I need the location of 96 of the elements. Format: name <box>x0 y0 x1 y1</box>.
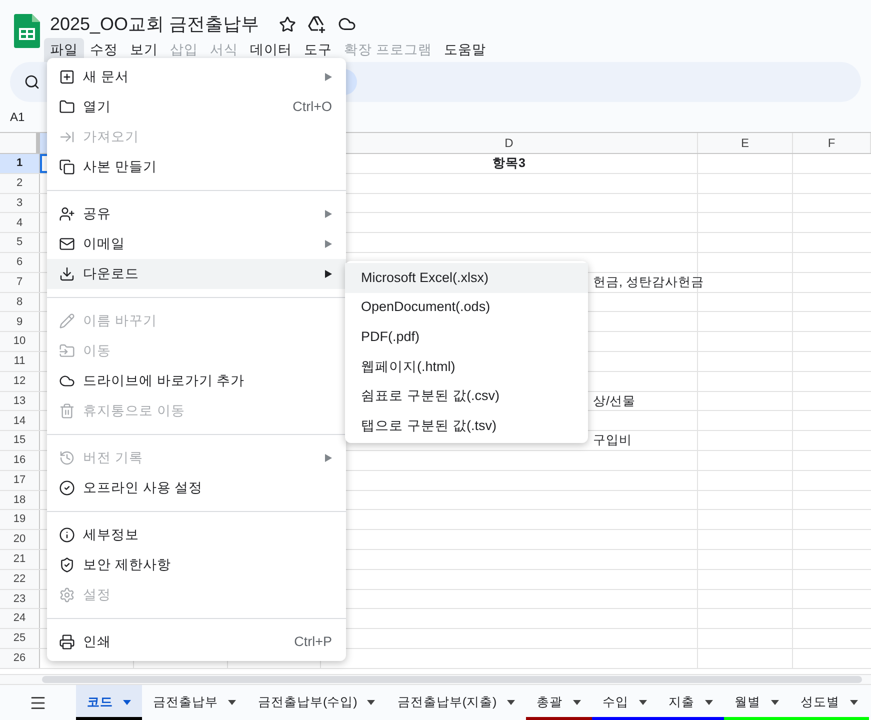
scrollbar[interactable] <box>42 676 862 683</box>
menu-bar-item[interactable]: 보기 <box>124 38 164 62</box>
import-arrow-icon <box>59 129 75 145</box>
row-header[interactable]: 18 <box>0 490 40 510</box>
sheet-tab[interactable]: 금전출납부 <box>142 685 247 720</box>
menu-item[interactable]: 공유 <box>47 199 346 229</box>
row-header[interactable]: 14 <box>0 411 40 430</box>
menu-bar-item[interactable]: 수정 <box>84 38 124 62</box>
menu-item[interactable]: 세부정보 <box>47 520 346 550</box>
column-header[interactable]: E <box>698 133 793 153</box>
caret-icon[interactable] <box>123 700 131 705</box>
menu-item[interactable]: 사본 만들기 <box>47 152 346 182</box>
menu-item[interactable]: Microsoft Excel(.xlsx) <box>345 263 588 293</box>
row-header[interactable]: 2 <box>0 174 40 193</box>
sheet-tab[interactable]: 월별 <box>724 685 790 720</box>
row-header[interactable]: 10 <box>0 332 40 351</box>
row-header[interactable]: 11 <box>0 352 40 371</box>
caret-icon[interactable] <box>704 700 713 705</box>
trash-icon <box>59 403 75 419</box>
menu-bar-item[interactable]: 도구 <box>298 38 338 62</box>
printer-icon <box>59 634 75 650</box>
row-header[interactable]: 5 <box>0 233 40 252</box>
table-cell-text: 항목3 <box>492 155 526 172</box>
row-header[interactable]: 26 <box>0 648 40 668</box>
row-header[interactable]: 3 <box>0 194 40 212</box>
caret-icon[interactable] <box>850 700 858 705</box>
menu-item[interactable]: 탭으로 구분된 값(.tsv) <box>345 411 588 442</box>
info-icon <box>59 527 75 543</box>
table-cell-text: 헌금, 성탄감사헌금 <box>593 274 704 291</box>
menu-item[interactable]: 다운로드 <box>47 259 346 289</box>
name-box[interactable]: A1 <box>10 108 25 126</box>
pencil-icon <box>59 313 75 329</box>
row-header[interactable]: 25 <box>0 629 40 648</box>
star-icon[interactable] <box>279 16 296 32</box>
row-header[interactable]: 8 <box>0 292 40 312</box>
sheet-tab[interactable]: 코드 <box>76 685 142 720</box>
menu-item[interactable]: 쉼표로 구분된 값(.csv) <box>345 382 588 412</box>
row-header[interactable]: 19 <box>0 510 40 530</box>
drive-add-icon[interactable] <box>308 16 326 32</box>
row-header[interactable]: 7 <box>0 272 40 292</box>
shield-icon <box>59 557 75 573</box>
row-header[interactable]: 23 <box>0 590 40 608</box>
row-header[interactable]: 21 <box>0 550 40 569</box>
menu-item[interactable]: 웹페이지(.html) <box>345 352 588 382</box>
table-cell-text: 구입비 <box>593 432 632 450</box>
menu-item[interactable]: 드라이브에 바로가기 추가 <box>47 366 346 396</box>
row-header[interactable]: 16 <box>0 450 40 470</box>
menu-bar-item[interactable]: 도움말 <box>438 38 492 62</box>
plus-square-icon <box>59 69 75 85</box>
caret-icon[interactable] <box>638 700 647 705</box>
settings-icon <box>59 587 75 603</box>
history-icon <box>59 450 75 466</box>
caret-icon[interactable] <box>367 700 376 705</box>
row-header[interactable]: 9 <box>0 312 40 332</box>
cloud-icon <box>59 373 75 389</box>
column-header[interactable]: F <box>793 133 871 153</box>
menu-item[interactable]: 보안 제한사항 <box>47 550 346 580</box>
menu-item[interactable]: OpenDocument(.ods) <box>345 292 588 322</box>
row-header[interactable]: 12 <box>0 372 40 391</box>
row-header[interactable]: 6 <box>0 252 40 272</box>
menu-item[interactable]: 이메일 <box>47 229 346 259</box>
add-person-icon <box>59 206 75 222</box>
copy-icon <box>59 159 75 175</box>
menu-item[interactable]: 열기 Ctrl+O <box>47 92 346 122</box>
caret-icon[interactable] <box>228 700 236 705</box>
row-header[interactable]: 24 <box>0 609 40 628</box>
download-icon <box>59 266 75 282</box>
menu-item[interactable]: 오프라인 사용 설정 <box>47 473 346 503</box>
mail-icon <box>59 236 75 252</box>
folder-icon <box>59 99 75 115</box>
row-header[interactable]: 20 <box>0 530 40 549</box>
cloud-icon[interactable] <box>338 15 356 33</box>
menu-bar-item[interactable]: 데이터 <box>244 38 298 62</box>
sheet-tab[interactable]: 금전출납부(수입) <box>247 685 386 720</box>
row-header[interactable]: 4 <box>0 213 40 232</box>
menu-item[interactable]: PDF(.pdf) <box>345 322 588 352</box>
caret-icon[interactable] <box>770 700 779 705</box>
sheet-tab[interactable]: 총괄 <box>526 685 592 720</box>
row-header[interactable]: 13 <box>0 392 40 410</box>
menu-item[interactable]: 인쇄 Ctrl+P <box>47 627 346 657</box>
row-header[interactable]: 1 <box>0 154 40 173</box>
caret-icon[interactable] <box>572 700 581 705</box>
sheet-tab[interactable]: 금전출납부(지출) <box>386 685 526 720</box>
check-circle-icon <box>59 480 75 496</box>
caret-icon[interactable] <box>506 700 515 705</box>
table-cell-text: 상/선물 <box>593 392 636 410</box>
search-icon[interactable] <box>24 74 40 90</box>
sheets-logo-icon[interactable] <box>14 14 40 48</box>
row-header[interactable]: 15 <box>0 431 40 450</box>
sheet-tab[interactable]: 수입 <box>592 685 658 720</box>
sheet-tab[interactable]: 지출 <box>658 685 724 720</box>
folder-move-icon <box>59 343 75 359</box>
row-header[interactable]: 17 <box>0 470 40 490</box>
document-title[interactable]: 2025_OO교회 금전출납부 <box>50 10 260 38</box>
row-header[interactable]: 22 <box>0 570 40 589</box>
sheet-tab[interactable]: 성도별 <box>790 685 869 720</box>
